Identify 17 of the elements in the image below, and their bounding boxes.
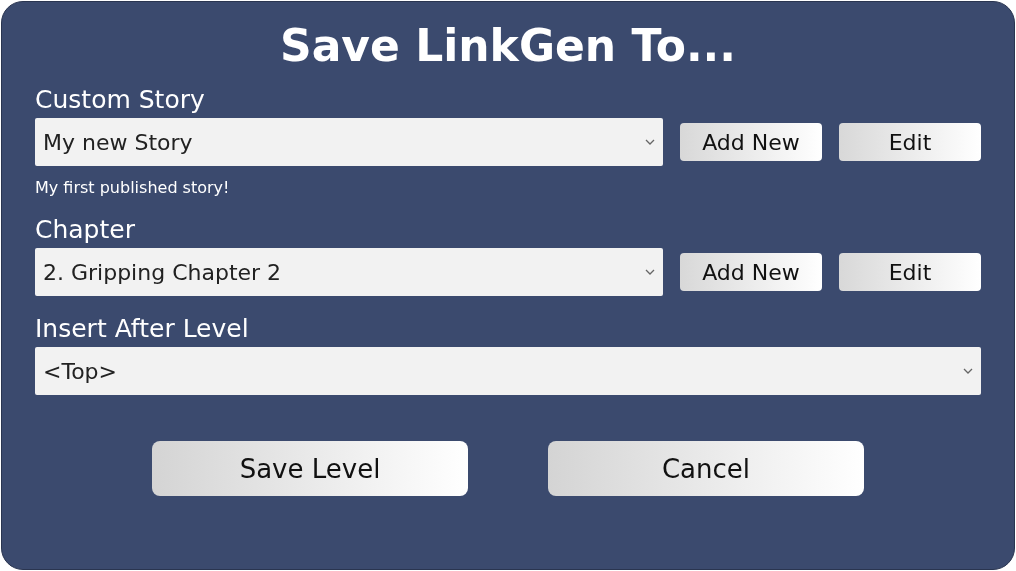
action-button[interactable]: Save Level — [152, 441, 468, 496]
button[interactable]: Edit — [839, 253, 981, 291]
dropdown[interactable]: 2. Gripping Chapter 2 — [35, 248, 663, 296]
dialog-title: Save LinkGen To... — [279, 20, 737, 71]
button[interactable]: Edit — [839, 123, 981, 161]
field-label: Custom Story — [35, 85, 205, 114]
dropdown[interactable]: My new Story — [35, 118, 663, 166]
hint-text: My first published story! — [35, 178, 230, 197]
caret-icon — [963, 368, 973, 374]
action-button[interactable]: Cancel — [548, 441, 864, 496]
field-label: Chapter — [35, 215, 135, 244]
caret-icon — [645, 139, 655, 145]
caret-icon — [645, 269, 655, 275]
field-label: Insert After Level — [35, 314, 249, 343]
button[interactable]: Add New — [680, 123, 822, 161]
dropdown[interactable]: <Top> — [35, 347, 981, 395]
button[interactable]: Add New — [680, 253, 822, 291]
